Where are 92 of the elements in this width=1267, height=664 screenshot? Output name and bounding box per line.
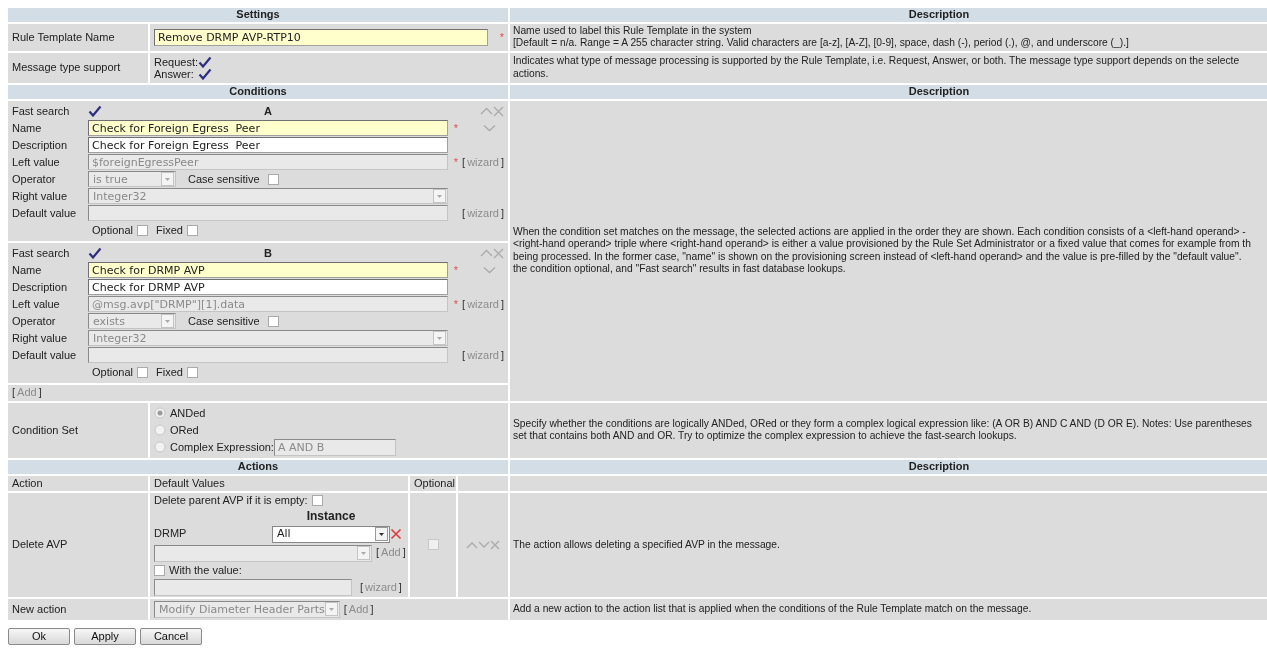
field-label: Rule Template Name <box>12 30 115 43</box>
add-link[interactable]: [Add] <box>12 385 42 398</box>
move-up-icon[interactable] <box>480 105 493 116</box>
field-label: Right value <box>12 331 69 345</box>
field-label: Description <box>12 138 69 152</box>
text-field[interactable]: Check for DRMP AVP <box>88 262 448 279</box>
description-text: When the condition set matches on the message, the selected actions are applied in the order they are shown. Each condition consists of a <left-hand operand> - <right-hand operand> triple where <right-hand operand> is either a value provisioned by the Rule Set Administrator or a fixed value that comes for example from th being processed. In the former case, "name" is shown on the provisioning screen instead of <left-hand operand> and the value is pre-filled by the "default value". the condition optional, and "Fast search" results in fast database lookups. <box>513 226 1252 276</box>
move-down-icon[interactable] <box>483 124 496 133</box>
add-link[interactable]: [Add] <box>376 546 406 560</box>
column-header: Description <box>908 460 970 473</box>
move-down-icon[interactable] <box>483 266 496 275</box>
required-mark: * <box>453 121 459 134</box>
required-mark: * <box>453 263 459 276</box>
option-label: ORed <box>170 423 199 437</box>
field-label: Fast search <box>12 104 71 118</box>
radio-button[interactable] <box>154 407 166 420</box>
close-icon[interactable] <box>493 247 504 259</box>
checkbox-label: Optional <box>92 223 133 237</box>
field-label: Right value <box>12 189 69 203</box>
field-label: New action <box>12 602 67 615</box>
field-label: Operator <box>12 314 57 328</box>
column-header: Action <box>12 476 43 489</box>
condition-letter: A <box>264 104 272 118</box>
instance-select[interactable]: All <box>272 525 390 543</box>
checkbox[interactable] <box>137 366 148 378</box>
close-icon[interactable] <box>493 105 504 117</box>
checkbox[interactable] <box>311 495 323 507</box>
text-field[interactable]: Check for Foreign Egress Peer <box>88 137 448 154</box>
form-button[interactable]: Ok <box>8 627 70 645</box>
radio-button[interactable] <box>154 441 166 454</box>
column-header: Optional <box>414 476 455 490</box>
field-label: Delete AVP <box>12 538 68 551</box>
required-mark: * <box>453 155 459 168</box>
field-label: Default value <box>12 206 78 220</box>
description-text: The action allows deleting a specified AVP in the message. <box>513 538 781 551</box>
form-button[interactable]: Cancel <box>140 627 202 645</box>
field-label: Left value <box>12 297 61 311</box>
field-label: Fast search <box>12 246 71 260</box>
condition-letter: B <box>264 246 272 260</box>
section-title: Conditions <box>229 85 287 97</box>
option-label: Request: <box>154 55 198 68</box>
text-field[interactable]: Check for Foreign Egress Peer <box>88 120 448 137</box>
checkbox-label: Fixed <box>156 365 183 379</box>
required-mark: * <box>499 30 504 44</box>
checkbox-label: Case sensitive <box>188 172 260 186</box>
form-button[interactable]: Apply <box>74 627 136 645</box>
checkbox[interactable] <box>137 224 148 236</box>
field-label: Name <box>12 121 43 135</box>
avp-name: DRMP <box>154 527 188 541</box>
add-link[interactable]: [Add] <box>343 602 374 616</box>
field-label: Description <box>12 280 69 294</box>
field-label: Message type support <box>12 61 121 73</box>
column-header: Instance <box>305 509 357 524</box>
field-label: Operator <box>12 172 57 186</box>
radio-button[interactable] <box>154 424 166 437</box>
description-text: Name used to label this Rule Template in the system [Default = n/a. Range = A 255 character string. Valid characters are [a-z], [A-Z], [0-9], space, dash (-), period (.), @, and underscore (_).] <box>513 25 1130 50</box>
move-up-icon[interactable] <box>466 540 478 549</box>
description-text: Indicates what type of message processing is supported by the Rule Template, i.e. Request, Answer, or both. The message type support depends on the selecte actions. <box>513 55 1241 80</box>
option-label: Complex Expression: <box>170 440 274 454</box>
option-label: Answer: <box>154 67 194 80</box>
checkbox[interactable] <box>154 564 165 576</box>
field-label: Name <box>12 263 43 277</box>
move-up-icon[interactable] <box>480 247 493 258</box>
checkbox-label: Optional <box>92 365 133 379</box>
checkbox[interactable] <box>186 366 198 378</box>
description-text: Add a new action to the action list that is applied when the conditions of the Rule Template match on the message. <box>513 603 1033 616</box>
optional-checkbox[interactable] <box>427 539 439 551</box>
delete-icon[interactable] <box>390 528 402 541</box>
checkbox[interactable] <box>267 315 279 327</box>
field-label: Condition Set <box>12 423 79 436</box>
required-mark: * <box>453 297 459 310</box>
field-label: Default value <box>12 348 78 362</box>
text-field[interactable]: Check for DRMP AVP <box>88 279 448 296</box>
move-down-icon[interactable] <box>478 540 490 549</box>
column-header: Default Values <box>154 476 225 490</box>
avp-select[interactable] <box>154 544 372 562</box>
description-text: Specify whether the conditions are logically ANDed, ORed or they form a complex logical expression like: (A OR B) AND C AND (D OR E). Notes: Use parentheses set that contains both AND and OR. Try to optimize the complex expression to achieve the fast-search lookups. <box>513 418 1253 443</box>
option-label: Delete parent AVP if it is empty: <box>154 493 308 508</box>
close-icon[interactable] <box>490 539 500 550</box>
section-title: Settings <box>236 8 280 21</box>
column-header: Description <box>908 8 970 21</box>
column-header: Description <box>908 85 970 97</box>
section-title: Actions <box>237 460 279 473</box>
wizard-link[interactable]: [wizard] <box>360 580 402 594</box>
field-label: Left value <box>12 155 61 169</box>
option-label: With the value: <box>169 563 242 577</box>
option-label: ANDed <box>170 406 206 420</box>
checkbox[interactable] <box>186 224 198 236</box>
name-field[interactable]: Remove DRMP AVP-RTP10 <box>154 28 488 46</box>
checkbox-label: Fixed <box>156 223 183 237</box>
checkbox-label: Case sensitive <box>188 314 260 328</box>
checkbox[interactable] <box>267 173 279 185</box>
